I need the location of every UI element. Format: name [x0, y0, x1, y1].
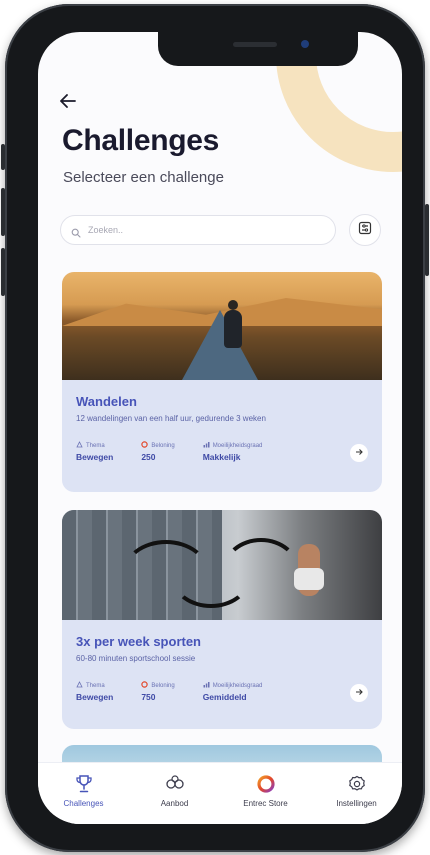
page-subtitle: Selecteer een challenge: [63, 169, 224, 186]
challenge-title: 3x per week sporten: [76, 634, 201, 649]
open-challenge-button[interactable]: [350, 684, 368, 702]
difficulty-icon: [203, 681, 210, 690]
nav-item-aanbod[interactable]: Aanbod: [135, 773, 215, 808]
speaker: [233, 42, 277, 47]
store-ring-icon: [256, 773, 276, 795]
reward-value: 750: [141, 692, 156, 702]
nav-label: Entrec Store: [243, 799, 288, 808]
reward-icon: [141, 681, 149, 690]
nav-item-challenges[interactable]: Challenges: [44, 773, 124, 808]
theme-value: Bewegen: [76, 692, 114, 702]
nav-label: Instellingen: [336, 799, 377, 808]
theme-icon: [76, 681, 83, 690]
theme-label: Thema: [86, 682, 105, 689]
gear-icon: [347, 773, 367, 795]
notch: [158, 32, 358, 66]
challenge-description: 12 wandelingen van een half uur, geduren…: [76, 414, 266, 423]
trophy-icon: [74, 773, 94, 795]
search-icon: [71, 225, 81, 238]
challenge-description: 60-80 minuten sportschool sessie: [76, 654, 196, 663]
bottom-navigation: Challenges Aanbod Entrec Store Instellin…: [38, 762, 402, 824]
challenge-card[interactable]: Wandelen 12 wandelingen van een half uur…: [62, 272, 382, 492]
reward-icon: [141, 441, 149, 450]
search-input[interactable]: [86, 224, 310, 236]
reward-label: Beloning: [151, 682, 175, 689]
nav-label: Aanbod: [160, 799, 189, 808]
challenge-title: Wandelen: [76, 394, 137, 409]
nav-label: Challenges: [63, 799, 104, 808]
challenge-card[interactable]: 3x per week sporten 60-80 minuten sports…: [62, 510, 382, 729]
reward-value: 250: [141, 452, 156, 462]
reward-label: Beloning: [151, 442, 175, 449]
difficulty-label: Moeilijkheidsgraad: [212, 442, 263, 449]
arrow-right-icon: [355, 448, 363, 458]
challenge-image-gym: [62, 510, 382, 620]
page-title: Challenges: [62, 124, 220, 157]
theme-value: Bewegen: [76, 452, 114, 462]
difficulty-value: Makkelijk: [202, 452, 241, 462]
arrow-right-icon: [355, 688, 363, 698]
open-challenge-button[interactable]: [350, 444, 368, 462]
nav-item-instellingen[interactable]: Instellingen: [317, 773, 397, 808]
theme-label: Thema: [86, 442, 105, 449]
volume-up-button: [1, 188, 5, 236]
theme-icon: [76, 441, 83, 450]
filter-icon: [358, 221, 372, 240]
side-button: [1, 144, 5, 170]
volume-down-button: [1, 248, 5, 296]
nav-item-entrec-store[interactable]: Entrec Store: [226, 773, 306, 808]
phone-frame: Challenges Selecteer een challenge Wande…: [1, 4, 429, 852]
difficulty-label: Moeilijkheidsgraad: [212, 682, 263, 689]
difficulty-value: Gemiddeld: [202, 692, 247, 702]
search-bar[interactable]: [60, 215, 336, 245]
app-screen: Challenges Selecteer een challenge Wande…: [38, 32, 402, 824]
arrow-left-icon[interactable]: [60, 90, 76, 112]
challenge-image-walking: [62, 272, 382, 380]
gift-icon: [164, 773, 186, 795]
power-button: [425, 204, 429, 276]
difficulty-icon: [203, 441, 210, 450]
filter-button[interactable]: [349, 214, 381, 246]
camera: [301, 40, 309, 48]
